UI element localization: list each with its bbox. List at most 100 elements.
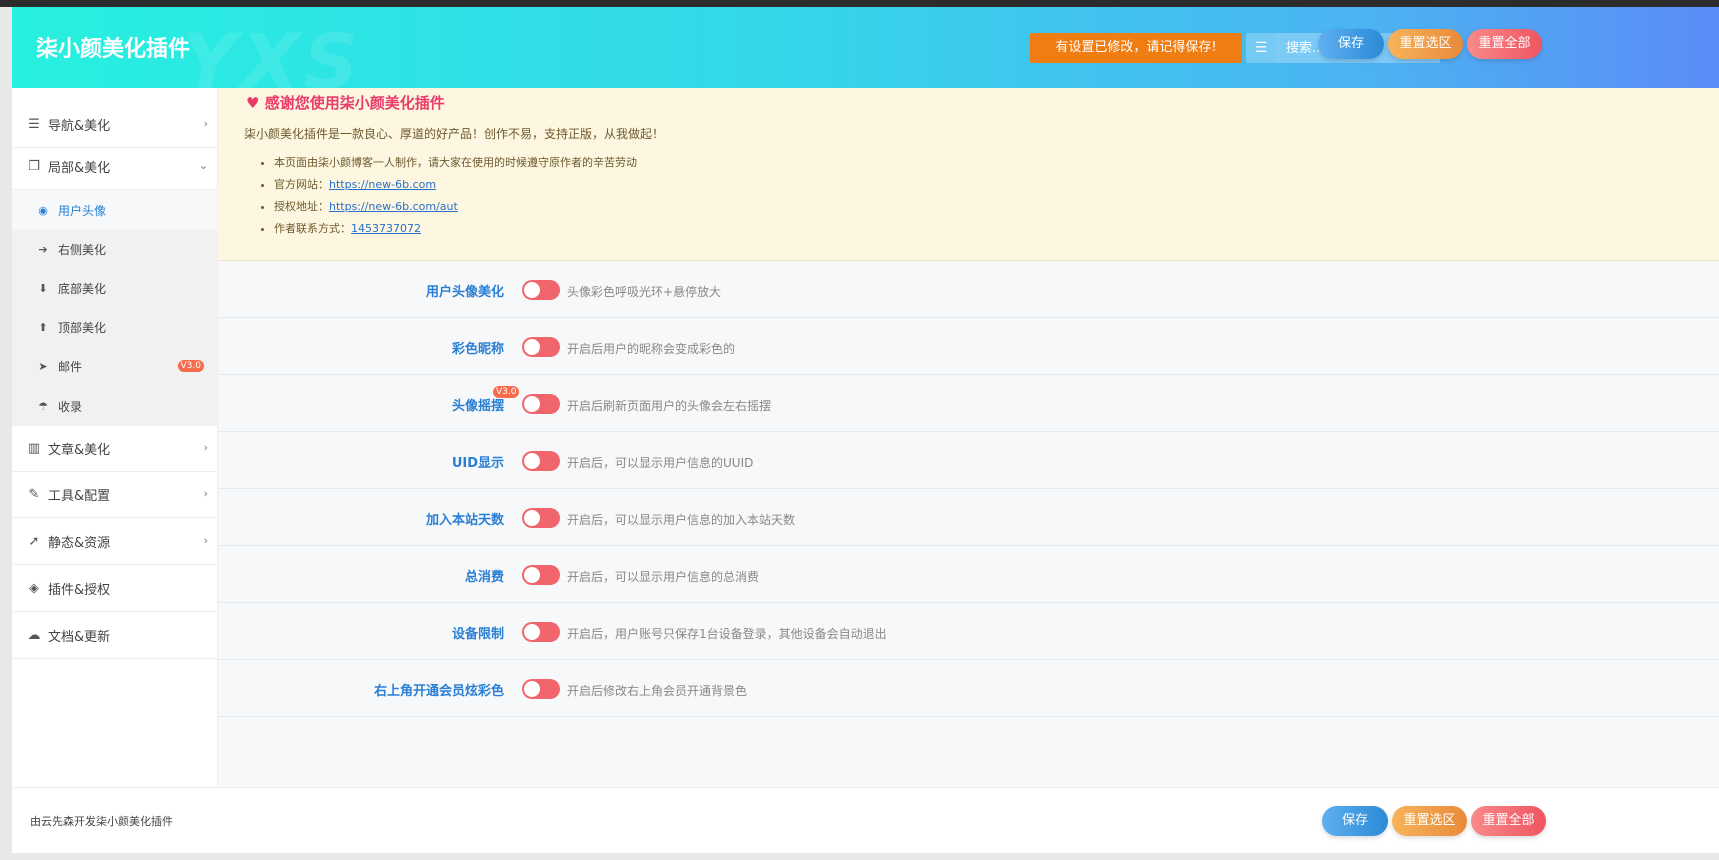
sub-item-mail[interactable]: ➤ 邮件 V3.0 xyxy=(12,346,218,386)
setting-hint: 开启后用户的昵称会变成彩色的 xyxy=(567,342,736,356)
brand-title: 柒小颜美化插件 xyxy=(36,37,191,62)
banner-line: 授权地址：https://new-6b.com/aut xyxy=(274,196,637,218)
setting-toggle[interactable] xyxy=(522,622,560,642)
menu-toggle-button[interactable]: ☰ xyxy=(1246,33,1276,63)
banner-line: 作者联系方式：1453737072 xyxy=(274,218,637,240)
setting-label: 右上角开通会员炫彩色 xyxy=(373,684,504,699)
auth-link[interactable]: https://new-6b.com/aut xyxy=(329,200,458,213)
sub-item-right[interactable]: ➔ 右侧美化 xyxy=(12,229,218,269)
footer-bar: 由云先森开发柒小颜美化插件 保存 重置选区 重置全部 xyxy=(12,787,1719,853)
chevron-right-icon: › xyxy=(203,441,208,454)
map-icon: ▥ xyxy=(27,441,41,456)
version-badge: V3.0 xyxy=(493,386,520,398)
wrench-icon: ✎ xyxy=(28,487,40,502)
sidebar-item-article[interactable]: ▥ 文章&美化 › xyxy=(12,426,218,472)
sidebar-item-tools[interactable]: ✎ 工具&配置 › xyxy=(12,472,218,518)
arrow-circle-down-icon: ⬇ xyxy=(38,281,48,295)
setting-toggle[interactable] xyxy=(522,508,560,528)
sub-item-label: 用户头像 xyxy=(58,203,107,218)
arrow-circle-up-icon: ⬆ xyxy=(38,320,48,334)
footer-reset-section-button[interactable]: 重置选区 xyxy=(1392,806,1467,836)
sidebar-submenu: ◉ 用户头像 ➔ 右侧美化 ⬇ 底部美化 ⬆ 顶部美化 ➤ 邮件 V3.0 ☂ xyxy=(12,190,218,426)
cloud-upload-icon: ☁ xyxy=(27,628,41,643)
footer-save-button[interactable]: 保存 xyxy=(1322,806,1388,836)
setting-row: 加入本站天数 开启后，可以显示用户信息的加入本站天数 xyxy=(218,489,1719,546)
setting-hint: 开启后，可以显示用户信息的UUID xyxy=(567,456,754,470)
toggle-knob xyxy=(524,681,540,697)
footer-reset-all-button[interactable]: 重置全部 xyxy=(1471,806,1546,836)
info-banner: ♥ 感谢您使用柒小颜美化插件 柒小颜美化插件是一款良心、厚道的好产品！创作不易，… xyxy=(218,88,1719,261)
setting-row: 总消费 开启后，可以显示用户信息的总消费 xyxy=(218,546,1719,603)
banner-line: 本页面由柒小颜博客一人制作，请大家在使用的时候遵守原作者的辛苦劳动 xyxy=(274,152,637,174)
sidebar-item-static[interactable]: ➚ 静态&资源 › xyxy=(12,519,218,565)
sidebar-item-partial[interactable]: ❐ 局部&美化 ⌄ xyxy=(12,144,218,190)
setting-label: 总消费 xyxy=(464,570,504,585)
site-link[interactable]: https://new-6b.com xyxy=(329,178,436,191)
sidebar-item-label: 文档&更新 xyxy=(48,630,111,645)
chevron-right-icon: › xyxy=(203,487,208,500)
sub-item-label: 邮件 xyxy=(58,359,83,374)
header-reset-all-button[interactable]: 重置全部 xyxy=(1467,29,1542,59)
setting-toggle[interactable] xyxy=(522,679,560,699)
setting-toggle[interactable] xyxy=(522,565,560,585)
main-content: ♥ 感谢您使用柒小颜美化插件 柒小颜美化插件是一款良心、厚道的好产品！创作不易，… xyxy=(218,88,1719,787)
setting-hint: 开启后，可以显示用户信息的加入本站天数 xyxy=(567,513,796,527)
site-label: 官方网站： xyxy=(274,178,329,191)
sub-item-index[interactable]: ☂ 收录 xyxy=(12,386,218,426)
setting-label: 设备限制 xyxy=(451,627,504,642)
auth-label: 授权地址： xyxy=(274,200,329,213)
sub-item-label: 收录 xyxy=(58,399,83,414)
settings-panel: YXS 柒小颜美化插件 有设置已修改，请记得保存! ☰ 保存 重置选区 重置全部… xyxy=(12,7,1719,853)
setting-toggle[interactable] xyxy=(522,451,560,471)
header-bar: YXS 柒小颜美化插件 有设置已修改，请记得保存! ☰ 保存 重置选区 重置全部 xyxy=(12,7,1719,106)
sidebar-item-label: 静态&资源 xyxy=(48,536,111,551)
footer-credit: 由云先森开发柒小颜美化插件 xyxy=(30,815,173,828)
sidebar-item-label: 文章&美化 xyxy=(48,443,111,458)
banner-desc: 柒小颜美化插件是一款良心、厚道的好产品！创作不易，支持正版，从我做起！ xyxy=(244,127,665,141)
sub-item-top[interactable]: ⬆ 顶部美化 xyxy=(12,307,218,347)
toggle-knob xyxy=(524,624,540,640)
setting-row: UID显示 开启后，可以显示用户信息的UUID xyxy=(218,432,1719,489)
version-badge: V3.0 xyxy=(177,360,204,372)
setting-hint: 开启后刷新页面用户的头像会左右摇摆 xyxy=(567,399,772,413)
umbrella-icon: ☂ xyxy=(38,399,48,413)
setting-hint: 开启后修改右上角会员开通背景色 xyxy=(567,684,748,698)
banner-line: 官方网站：https://new-6b.com xyxy=(274,174,637,196)
sub-item-label: 底部美化 xyxy=(58,281,107,296)
setting-label: 头像摇摆 xyxy=(451,399,504,414)
setting-hint: 开启后，可以显示用户信息的总消费 xyxy=(567,570,760,584)
setting-hint: 头像彩色呼吸光环+悬停放大 xyxy=(567,285,722,299)
toggle-knob xyxy=(524,453,540,469)
setting-toggle[interactable] xyxy=(522,337,560,357)
contact-label: 作者联系方式： xyxy=(274,222,351,235)
sidebar-item-label: 工具&配置 xyxy=(48,489,111,504)
toggle-knob xyxy=(524,339,540,355)
copy-icon: ❐ xyxy=(28,159,40,174)
arrow-circle-right-icon: ➔ xyxy=(38,242,48,256)
contact-link[interactable]: 1453737072 xyxy=(351,222,421,235)
sidebar-item-label: 导航&美化 xyxy=(48,119,111,134)
setting-label: 彩色昵称 xyxy=(451,342,504,357)
list-icon: ☰ xyxy=(28,117,40,132)
sidebar-item-docs[interactable]: ☁ 文档&更新 xyxy=(12,613,218,659)
header-save-button[interactable]: 保存 xyxy=(1318,29,1384,59)
banner-title-text: 感谢您使用柒小颜美化插件 xyxy=(264,94,445,112)
chevron-down-icon: ⌄ xyxy=(198,159,208,172)
toggle-knob xyxy=(524,567,540,583)
header-reset-section-button[interactable]: 重置选区 xyxy=(1388,29,1463,59)
sidebar-item-plugin[interactable]: ◈ 插件&授权 xyxy=(12,566,218,612)
sidebar-item-label: 插件&授权 xyxy=(48,583,111,598)
setting-row: 用户头像美化 头像彩色呼吸光环+悬停放大 xyxy=(218,261,1719,318)
sub-item-bottom[interactable]: ⬇ 底部美化 xyxy=(12,268,218,308)
sidebar-item-nav[interactable]: ☰ 导航&美化 › xyxy=(12,102,218,148)
setting-row: 右上角开通会员炫彩色 开启后修改右上角会员开通背景色 xyxy=(218,660,1719,717)
heart-icon: ♥ xyxy=(246,94,260,112)
sub-item-user-avatar[interactable]: ◉ 用户头像 xyxy=(12,190,218,230)
gitlab-icon: ◈ xyxy=(29,581,39,596)
setting-row: 彩色昵称 开启后用户的昵称会变成彩色的 xyxy=(218,318,1719,375)
setting-toggle[interactable] xyxy=(522,280,560,300)
setting-toggle[interactable] xyxy=(522,394,560,414)
telegram-icon: ➤ xyxy=(38,359,48,373)
sidebar-item-label: 局部&美化 xyxy=(48,161,111,176)
setting-hint: 开启后，用户账号只保存1台设备登录，其他设备会自动退出 xyxy=(567,627,887,641)
